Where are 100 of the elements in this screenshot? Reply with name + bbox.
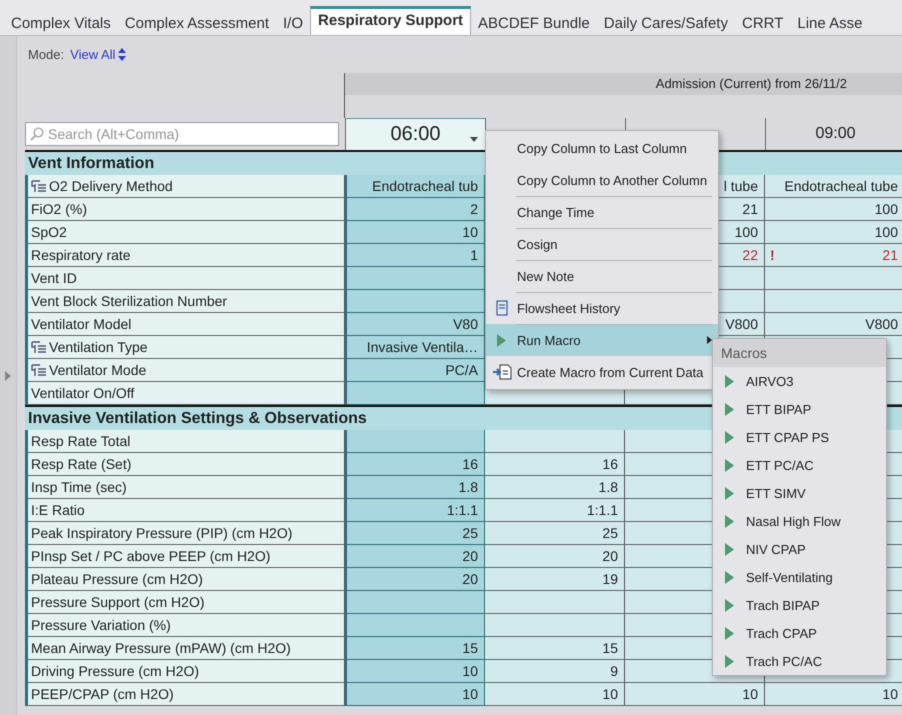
table-cell: 15 — [485, 637, 625, 660]
play-icon — [497, 334, 506, 346]
play-icon — [725, 374, 734, 388]
macro-item[interactable]: Self-Ventilating — [713, 563, 886, 591]
alert-label: ! — [770, 247, 775, 263]
row-label-text: PInsp Set / PC above PEEP (cm H2O) — [31, 548, 270, 564]
play-icon — [725, 458, 734, 472]
table-cell: V800 — [765, 313, 902, 336]
row-label-text: Mean Airway Pressure (mPAW) (cm H2O) — [31, 640, 291, 656]
table-cell: 19 — [485, 568, 625, 591]
row-label-text: Peak Inspiratory Pressure (PIP) (cm H2O) — [31, 525, 292, 541]
table-cell: 1:1.1 — [345, 499, 485, 522]
tab[interactable]: Line Asse — [790, 11, 870, 35]
row-label-text: Ventilator On/Off — [31, 385, 134, 401]
table-cell: 20 — [485, 545, 625, 568]
expand-arrow-icon[interactable] — [5, 370, 11, 380]
menu-item[interactable]: Run Macro — [486, 324, 718, 356]
table-cell: 16 — [485, 453, 625, 476]
play-icon — [725, 430, 734, 444]
table-cell: V80 — [345, 313, 485, 336]
table-cell: 100 — [765, 221, 902, 244]
table-cell: 10 — [765, 683, 902, 706]
tab[interactable]: Daily Cares/Safety — [596, 11, 735, 35]
play-icon — [725, 626, 734, 640]
import-document-icon — [492, 364, 512, 380]
row-label-text: Driving Pressure (cm H2O) — [31, 663, 200, 679]
up-down-icon — [118, 48, 126, 61]
search-icon — [30, 127, 44, 141]
search-field[interactable]: Search (Alt+Comma) — [25, 122, 339, 146]
row-label-text: FiO2 (%) — [31, 201, 87, 217]
play-icon — [725, 570, 734, 584]
table-cell: 15 — [345, 637, 485, 660]
macro-item[interactable]: NIV CPAP — [713, 535, 886, 563]
row-label-text: Resp Rate Total — [31, 433, 130, 449]
table-cell: 20 — [345, 568, 485, 591]
table-cell: 10 — [345, 683, 485, 706]
caret-icon — [470, 137, 478, 142]
table-cell: 1:1.1 — [485, 499, 625, 522]
table-cell: 25 — [485, 522, 625, 545]
row-label-text: PEEP/CPAP (cm H2O) — [31, 686, 174, 702]
table-cell: 2 — [345, 198, 485, 221]
row-label-text: Ventilator Mode — [49, 362, 146, 378]
table-cell: 10 — [625, 683, 765, 706]
table-cell: 25 — [345, 522, 485, 545]
table-cell: 16 — [345, 453, 485, 476]
table-cell: PC/A — [345, 359, 485, 382]
table-cell: Endotracheal tub — [345, 175, 485, 198]
tab[interactable]: Complex Assessment — [118, 11, 276, 35]
macro-item[interactable]: Nasal High Flow — [713, 507, 886, 535]
submenu-title: Macros — [713, 339, 886, 367]
row-label-text: Resp Rate (Set) — [31, 456, 132, 472]
tab[interactable]: I/O — [276, 11, 310, 35]
table-cell: Invasive Ventila… — [345, 336, 485, 359]
tab[interactable]: CRRT — [734, 11, 790, 35]
encounter-band: Admission (Current) from 26/11/2 — [345, 73, 902, 95]
table-cell: 10 — [485, 683, 625, 706]
row-label-text: Ventilator Model — [31, 316, 132, 332]
row-label-text: I:E Ratio — [31, 502, 85, 518]
submenu-arrow-icon — [707, 336, 712, 344]
macro-item[interactable]: ETT PC/AC — [713, 451, 886, 479]
row-label-text: Pressure Support (cm H2O) — [31, 594, 204, 610]
row-label-text: O2 Delivery Method — [49, 178, 173, 194]
row-label-text: SpO2 — [31, 224, 67, 240]
mode-selector[interactable]: View All — [70, 47, 126, 62]
row-label-text: Ventilation Type — [49, 339, 148, 355]
table-cell: 9 — [485, 660, 625, 683]
row-label-text: Vent ID — [31, 270, 77, 286]
table-cell: Endotracheal tube — [765, 175, 902, 198]
tab[interactable]: Complex Vitals — [4, 11, 118, 35]
tab[interactable]: Respiratory Support — [310, 6, 472, 35]
mode-label: Mode: — [28, 47, 64, 62]
macro-item[interactable]: ETT SIMV — [713, 479, 886, 507]
play-icon — [725, 542, 734, 556]
table-cell: 1.8 — [485, 476, 625, 499]
list-icon — [31, 364, 47, 376]
play-icon — [725, 514, 734, 528]
table-cell: ! 21 — [765, 244, 902, 267]
table-cell: 1 — [345, 244, 485, 267]
macro-item[interactable]: Trach PC/AC — [713, 647, 886, 675]
macro-item[interactable]: Trach BIPAP — [713, 591, 886, 619]
play-icon — [725, 598, 734, 612]
list-icon — [31, 340, 47, 354]
list-icon — [31, 180, 47, 192]
play-icon — [725, 654, 734, 668]
row-label-text: Insp Time (sec) — [31, 479, 127, 495]
play-icon — [725, 402, 734, 416]
table-cell: 100 — [765, 198, 902, 221]
table-cell: 10 — [345, 221, 485, 244]
row-label-text: Pressure Variation (%) — [31, 617, 171, 633]
row-label-text: Respiratory rate — [31, 247, 131, 263]
document-icon — [496, 300, 508, 316]
macro-item[interactable]: Trach CPAP — [713, 619, 886, 647]
play-icon — [725, 486, 734, 500]
time-column-header[interactable]: 06:00 — [345, 118, 485, 150]
table-cell: 20 — [345, 545, 485, 568]
row-label-text: Plateau Pressure (cm H2O) — [31, 571, 203, 587]
table-cell: 1.8 — [345, 476, 485, 499]
tab[interactable]: ABCDEF Bundle — [471, 11, 597, 35]
row-label-text: Vent Block Sterilization Number — [31, 293, 228, 309]
table-cell: 10 — [345, 660, 485, 683]
